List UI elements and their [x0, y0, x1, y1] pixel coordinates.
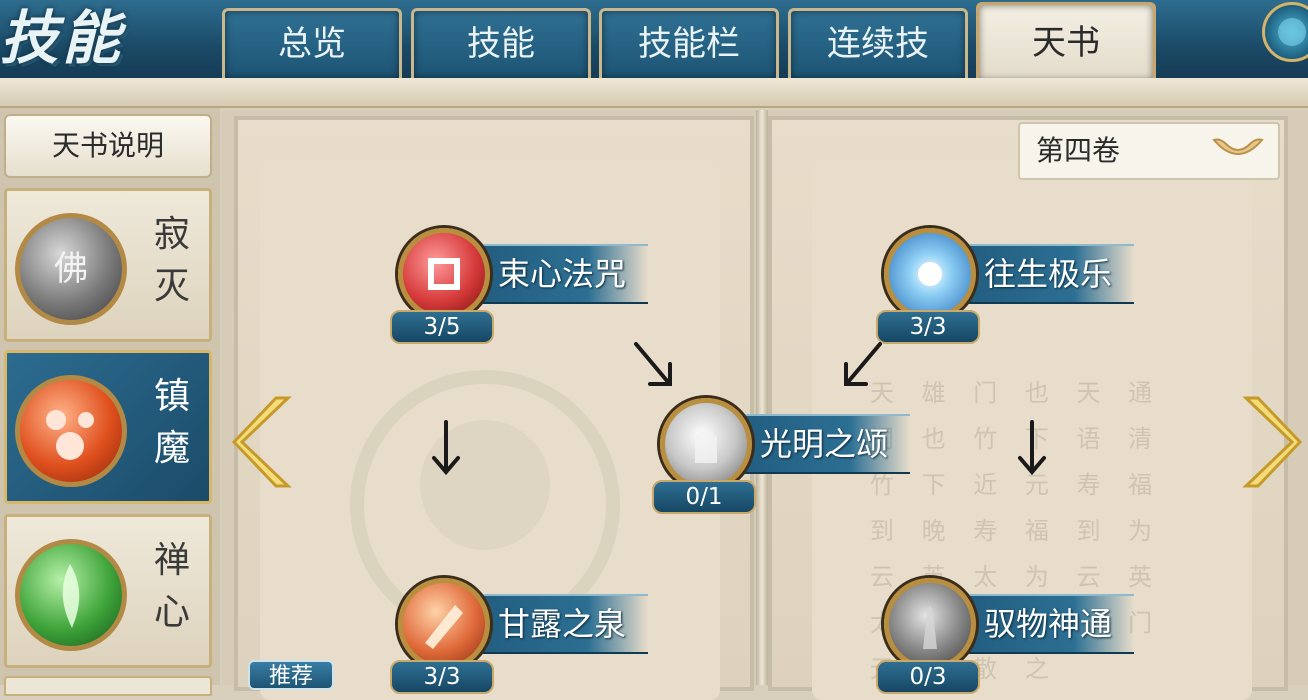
- next-page-chevron-icon[interactable]: [1236, 392, 1306, 492]
- demon-seal-icon: [15, 375, 127, 487]
- tab-skills[interactable]: 技能: [411, 8, 591, 78]
- chevron-down-icon: [1212, 138, 1264, 155]
- school-tab-zhenmo[interactable]: 镇 魔: [4, 350, 212, 504]
- skill-level: 0/3: [876, 660, 980, 694]
- school-tab-jimie[interactable]: 佛 寂 灭: [4, 188, 212, 342]
- school-name-zhenmo: 镇 魔: [153, 376, 190, 469]
- top-header: 技能 总览 技能 技能栏 连续技 天书: [0, 0, 1308, 82]
- heavenly-book-description-button[interactable]: 天书说明: [4, 114, 212, 178]
- header-scroll-divider: [0, 78, 1308, 108]
- skill-level: 3/3: [390, 660, 494, 694]
- previous-page-chevron-icon[interactable]: [228, 392, 298, 492]
- swastika-seal-icon: [398, 228, 490, 320]
- skill-name: 光明之颂: [760, 425, 889, 463]
- skill-node-yuwu-shentong[interactable]: 驭物神通 0/3: [864, 578, 1154, 698]
- skill-level: 3/3: [876, 310, 980, 344]
- crystal-spring-icon: [398, 578, 490, 670]
- school-sidebar: 天书说明 佛 寂 灭 镇 魔 禅 心: [0, 108, 220, 696]
- skills-logo: 技能: [0, 4, 125, 72]
- arrow-down-icon: [432, 420, 460, 476]
- skill-node-wangsheng-jile[interactable]: 往生极乐 3/3: [864, 228, 1154, 348]
- skill-name: 往生极乐: [984, 255, 1113, 293]
- spirit-figure-icon: [884, 578, 976, 670]
- skill-node-ganlu-zhiquan[interactable]: 甘露之泉 3/3: [378, 578, 668, 698]
- tab-overview[interactable]: 总览: [222, 8, 402, 78]
- skill-name: 驭物神通: [984, 605, 1113, 643]
- arrow-down-left-icon: [844, 342, 882, 386]
- tab-heavenly-book[interactable]: 天书: [976, 2, 1156, 80]
- radiant-light-icon: [884, 228, 976, 320]
- skill-name: 束心法咒: [498, 255, 627, 293]
- school-name-jimie: 寂 灭: [153, 214, 190, 307]
- tab-combo[interactable]: 连续技: [788, 8, 968, 78]
- recommend-button[interactable]: 推荐: [248, 660, 334, 690]
- svg-text:佛: 佛: [54, 249, 88, 289]
- lotus-hand-icon: [15, 539, 127, 651]
- school-tab-chanxin[interactable]: 禅 心: [4, 514, 212, 668]
- skill-level: 0/1: [652, 480, 756, 514]
- skill-node-guangming-zhisong[interactable]: 光明之颂 0/1: [640, 398, 930, 518]
- arrow-down-right-icon: [634, 342, 672, 386]
- arrow-down-icon: [1018, 420, 1046, 476]
- school-name-chanxin: 禅 心: [153, 540, 190, 633]
- tab-skill-bar[interactable]: 技能栏: [599, 8, 779, 78]
- skill-level: 3/5: [390, 310, 494, 344]
- close-button[interactable]: [1262, 2, 1308, 62]
- skill-node-shuxin-fazhou[interactable]: 束心法咒 3/5: [378, 228, 668, 348]
- close-icon: [1278, 18, 1306, 46]
- sidebar-next-item[interactable]: [4, 676, 212, 696]
- glowing-hand-icon: [660, 398, 752, 490]
- volume-select[interactable]: 第四卷: [1018, 122, 1280, 180]
- volume-select-value: 第四卷: [1036, 134, 1121, 167]
- buddha-icon: 佛: [15, 213, 127, 325]
- skill-name: 甘露之泉: [498, 605, 627, 643]
